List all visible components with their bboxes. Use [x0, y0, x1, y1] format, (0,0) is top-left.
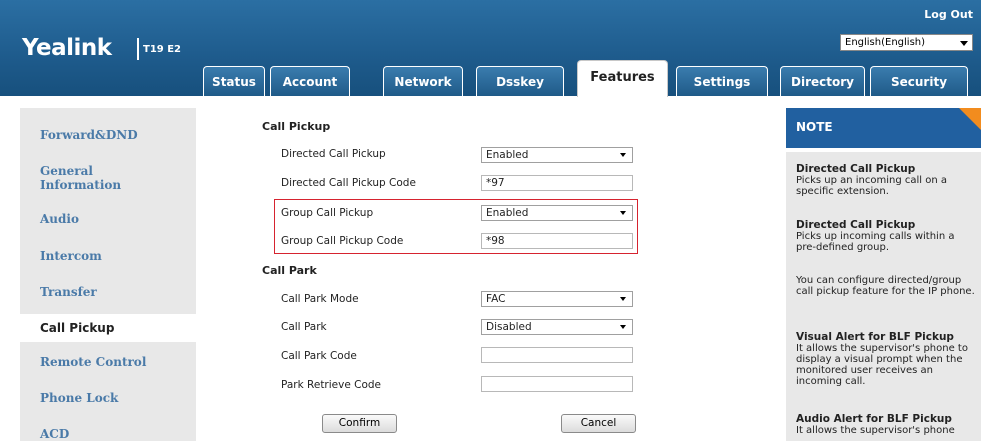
- call-park-heading: Call Park: [262, 264, 317, 277]
- model-label: T19 E2: [143, 44, 182, 55]
- tab-directory[interactable]: Directory: [780, 66, 865, 96]
- note-directed-pickup: Directed Call Pickup Picks up an incomin…: [796, 163, 976, 198]
- tab-account[interactable]: Account: [270, 66, 350, 96]
- chevron-down-icon: [960, 41, 968, 46]
- note-audio-alert-title: Audio Alert for BLF Pickup: [796, 413, 952, 425]
- note-corner-fold: [959, 108, 981, 130]
- call-park-mode-select[interactable]: FAC: [481, 291, 633, 307]
- cancel-button[interactable]: Cancel: [561, 414, 636, 433]
- language-select[interactable]: English(English): [840, 34, 973, 51]
- note-directed-pickup-title: Directed Call Pickup: [796, 163, 916, 175]
- note-visual-alert-text: It allows the supervisor's phone to disp…: [796, 343, 968, 387]
- language-value: English(English): [845, 37, 926, 48]
- tab-features[interactable]: Features: [577, 60, 668, 97]
- note-title: NOTE: [796, 120, 833, 134]
- tab-dsskey[interactable]: Dsskey: [476, 66, 564, 96]
- chevron-down-icon: [620, 297, 626, 301]
- sidebar-item-transfer[interactable]: Transfer: [40, 285, 97, 299]
- note-audio-alert-text: It allows the supervisor's phone: [796, 425, 955, 436]
- header-bar: Yealink T19 E2 Log Out English(English) …: [0, 0, 981, 97]
- park-retrieve-code-label: Park Retrieve Code: [281, 379, 382, 391]
- call-park-mode-value: FAC: [486, 293, 506, 305]
- directed-call-pickup-code-input[interactable]: *97: [481, 175, 633, 191]
- tab-status[interactable]: Status: [203, 66, 265, 96]
- call-park-mode-label: Call Park Mode: [281, 293, 359, 305]
- directed-call-pickup-value: Enabled: [486, 149, 529, 161]
- note-group-pickup: Directed Call Pickup Picks up incoming c…: [796, 219, 976, 254]
- note-audio-alert: Audio Alert for BLF Pickup It allows the…: [796, 413, 976, 437]
- chevron-down-icon: [620, 153, 626, 157]
- tab-settings[interactable]: Settings: [676, 66, 768, 96]
- sidebar-item-remote-control[interactable]: Remote Control: [40, 355, 146, 369]
- logo-divider: [137, 38, 139, 60]
- note-visual-alert: Visual Alert for BLF Pickup It allows th…: [796, 331, 976, 388]
- park-retrieve-code-input[interactable]: [481, 376, 633, 392]
- call-park-code-label: Call Park Code: [281, 350, 357, 362]
- note-configure-text: You can configure directed/group call pi…: [796, 275, 975, 297]
- call-park-code-input[interactable]: [481, 347, 633, 363]
- sidebar-item-general-information[interactable]: General Information: [40, 164, 121, 192]
- highlight-box: [274, 199, 638, 254]
- call-pickup-heading: Call Pickup: [262, 120, 331, 133]
- note-visual-alert-title: Visual Alert for BLF Pickup: [796, 331, 954, 343]
- note-group-pickup-text: Picks up incoming calls within a pre-def…: [796, 231, 955, 253]
- brand-logo: Yealink: [22, 35, 112, 61]
- tab-network[interactable]: Network: [383, 66, 463, 96]
- note-configure: You can configure directed/group call pi…: [796, 275, 976, 297]
- chevron-down-icon: [620, 325, 626, 329]
- directed-call-pickup-code-label: Directed Call Pickup Code: [281, 177, 416, 189]
- sidebar-item-phone-lock[interactable]: Phone Lock: [40, 391, 118, 405]
- sidebar-item-intercom[interactable]: Intercom: [40, 249, 102, 263]
- confirm-button[interactable]: Confirm: [322, 414, 397, 433]
- note-group-pickup-title: Directed Call Pickup: [796, 219, 916, 231]
- call-park-select[interactable]: Disabled: [481, 319, 633, 335]
- sidebar-item-acd[interactable]: ACD: [40, 427, 69, 441]
- directed-call-pickup-label: Directed Call Pickup: [281, 148, 386, 160]
- sidebar-item-audio[interactable]: Audio: [40, 212, 79, 226]
- sidebar-item-call-pickup[interactable]: Call Pickup: [40, 321, 114, 335]
- call-park-value: Disabled: [486, 321, 532, 333]
- note-panel: Directed Call Pickup Picks up an incomin…: [786, 152, 981, 441]
- tab-security[interactable]: Security: [870, 66, 968, 96]
- directed-call-pickup-select[interactable]: Enabled: [481, 147, 633, 163]
- note-header: NOTE: [786, 108, 981, 148]
- note-directed-pickup-text: Picks up an incoming call on a specific …: [796, 175, 948, 197]
- logout-link[interactable]: Log Out: [924, 8, 973, 21]
- sidebar-item-forward-dnd[interactable]: Forward&DND: [40, 128, 138, 142]
- call-park-label: Call Park: [281, 321, 327, 333]
